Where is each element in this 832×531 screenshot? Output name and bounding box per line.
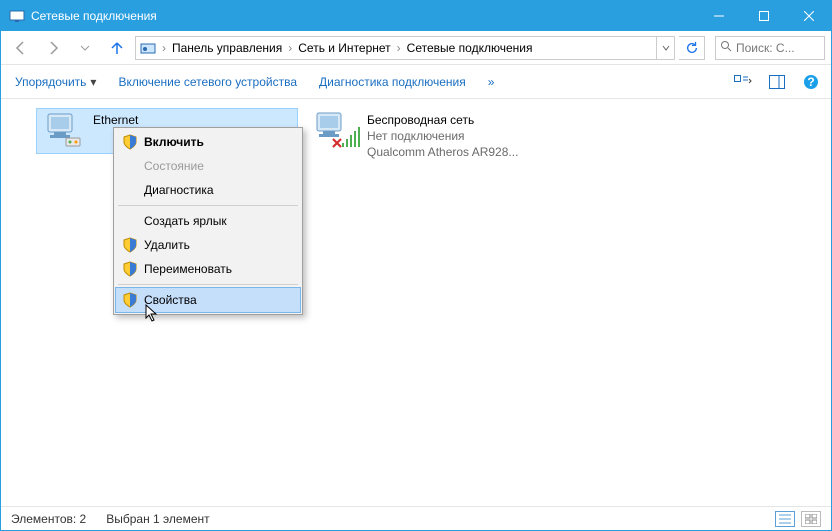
content-area[interactable]: Ethernet	[1, 99, 831, 506]
menu-separator	[118, 284, 298, 285]
shield-icon	[122, 292, 138, 308]
search-icon	[720, 40, 732, 55]
toolbar: Упорядочить ▾ Включение сетевого устройс…	[1, 65, 831, 99]
forward-button[interactable]	[39, 36, 67, 60]
app-icon	[9, 8, 25, 24]
window-title: Сетевые подключения	[31, 9, 696, 23]
overflow-button[interactable]: »	[482, 71, 501, 93]
adapter-status: Нет подключения	[367, 128, 518, 144]
shield-icon	[122, 261, 138, 277]
search-input[interactable]: Поиск: С...	[715, 36, 825, 60]
diagnose-button[interactable]: Диагностика подключения	[313, 71, 472, 93]
menu-enable[interactable]: Включить	[116, 130, 300, 154]
chevron-right-icon[interactable]: ›	[395, 41, 403, 55]
titlebar: Сетевые подключения	[1, 1, 831, 31]
up-button[interactable]	[103, 36, 131, 60]
adapter-wifi[interactable]: Беспроводная сеть Нет подключения Qualco…	[311, 109, 571, 162]
maximize-button[interactable]	[741, 1, 786, 31]
location-icon	[140, 40, 156, 56]
shield-icon	[122, 237, 138, 253]
ethernet-icon	[39, 111, 87, 151]
shield-icon	[122, 134, 138, 150]
breadcrumb-item[interactable]: Панель управления	[168, 37, 286, 59]
view-details-button[interactable]	[775, 511, 795, 527]
chevron-right-icon[interactable]: ›	[160, 41, 168, 55]
enable-device-button[interactable]: Включение сетевого устройства	[112, 71, 303, 93]
adapter-label: Ethernet	[93, 111, 138, 128]
organize-menu[interactable]: Упорядочить ▾	[9, 71, 102, 93]
minimize-button[interactable]	[696, 1, 741, 31]
menu-diagnose[interactable]: Диагностика	[116, 178, 300, 202]
breadcrumb-item[interactable]: Сеть и Интернет	[294, 37, 394, 59]
menu-delete[interactable]: Удалить	[116, 233, 300, 257]
chevron-down-icon: ▾	[90, 75, 96, 89]
menu-separator	[118, 205, 298, 206]
preview-pane-button[interactable]	[765, 70, 789, 94]
adapter-device: Qualcomm Atheros AR928...	[367, 144, 518, 160]
context-menu: Включить Состояние Диагностика Создать я…	[113, 127, 303, 315]
breadcrumb[interactable]: › Панель управления › Сеть и Интернет › …	[135, 36, 675, 60]
status-count: Элементов: 2	[11, 512, 86, 526]
back-button[interactable]	[7, 36, 35, 60]
adapter-name: Беспроводная сеть	[367, 112, 518, 128]
svg-text:?: ?	[807, 75, 814, 89]
view-large-button[interactable]	[801, 511, 821, 527]
window: Сетевые подключения › Панель управления …	[0, 0, 832, 531]
menu-status: Состояние	[116, 154, 300, 178]
adapter-label: Беспроводная сеть Нет подключения Qualco…	[367, 111, 518, 160]
wifi-icon	[313, 111, 361, 151]
menu-properties[interactable]: Свойства	[116, 288, 300, 312]
search-placeholder: Поиск: С...	[736, 41, 795, 55]
adapter-name: Ethernet	[93, 112, 138, 128]
help-button[interactable]: ?	[799, 70, 823, 94]
close-button[interactable]	[786, 1, 831, 31]
recent-dropdown[interactable]	[71, 36, 99, 60]
statusbar: Элементов: 2 Выбран 1 элемент	[1, 506, 831, 530]
menu-create-shortcut[interactable]: Создать ярлык	[116, 209, 300, 233]
menu-rename[interactable]: Переименовать	[116, 257, 300, 281]
view-options-button[interactable]	[731, 70, 755, 94]
refresh-button[interactable]	[679, 36, 705, 60]
breadcrumb-dropdown[interactable]	[656, 37, 674, 59]
chevron-right-icon[interactable]: ›	[286, 41, 294, 55]
status-selection: Выбран 1 элемент	[106, 512, 209, 526]
breadcrumb-item[interactable]: Сетевые подключения	[403, 37, 537, 59]
navigation-bar: › Панель управления › Сеть и Интернет › …	[1, 31, 831, 65]
